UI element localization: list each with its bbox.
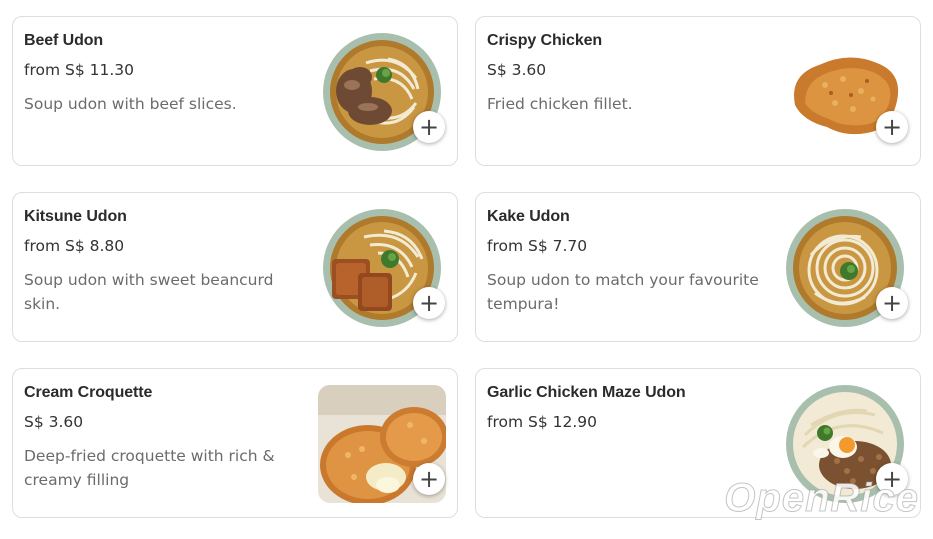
item-name: Kitsune Udon bbox=[24, 208, 127, 225]
item-name: Garlic Chicken Maze Udon bbox=[487, 384, 686, 401]
menu-item-beef-udon[interactable]: Beef Udon from S$ 11.30 Soup udon with b… bbox=[12, 16, 458, 166]
add-to-cart-button[interactable]: + bbox=[413, 111, 445, 143]
item-name: Cream Croquette bbox=[24, 384, 153, 401]
item-description: Deep-fried croquette with rich & creamy … bbox=[24, 447, 275, 489]
menu-item-kake-udon[interactable]: Kake Udon from S$ 7.70 Soup udon to matc… bbox=[475, 192, 921, 342]
add-to-cart-button[interactable]: + bbox=[413, 287, 445, 319]
item-name: Beef Udon bbox=[24, 32, 104, 49]
openrice-watermark: OpenRice bbox=[724, 476, 919, 521]
item-price: from S$ 8.80 bbox=[24, 237, 125, 255]
item-name: Kake Udon bbox=[487, 208, 570, 225]
add-to-cart-button[interactable]: + bbox=[413, 463, 445, 495]
item-price: from S$ 11.30 bbox=[24, 61, 134, 79]
item-description: Soup udon with beef slices. bbox=[24, 95, 237, 113]
menu-item-kitsune-udon[interactable]: Kitsune Udon from S$ 8.80 Soup udon with… bbox=[12, 192, 458, 342]
item-price: from S$ 12.90 bbox=[487, 413, 597, 431]
item-price: S$ 3.60 bbox=[24, 413, 84, 431]
menu-item-cream-croquette[interactable]: Cream Croquette S$ 3.60 Deep-fried croqu… bbox=[12, 368, 458, 518]
item-price: from S$ 7.70 bbox=[487, 237, 588, 255]
item-description: Soup udon with sweet beancurd skin. bbox=[24, 271, 274, 313]
item-price: S$ 3.60 bbox=[487, 61, 547, 79]
add-to-cart-button[interactable]: + bbox=[876, 287, 908, 319]
item-description: Fried chicken fillet. bbox=[487, 95, 633, 113]
add-to-cart-button[interactable]: + bbox=[876, 111, 908, 143]
menu-item-crispy-chicken[interactable]: Crispy Chicken S$ 3.60 Fried chicken fil… bbox=[475, 16, 921, 166]
item-name: Crispy Chicken bbox=[487, 32, 603, 49]
item-description: Soup udon to match your favourite tempur… bbox=[487, 271, 759, 313]
